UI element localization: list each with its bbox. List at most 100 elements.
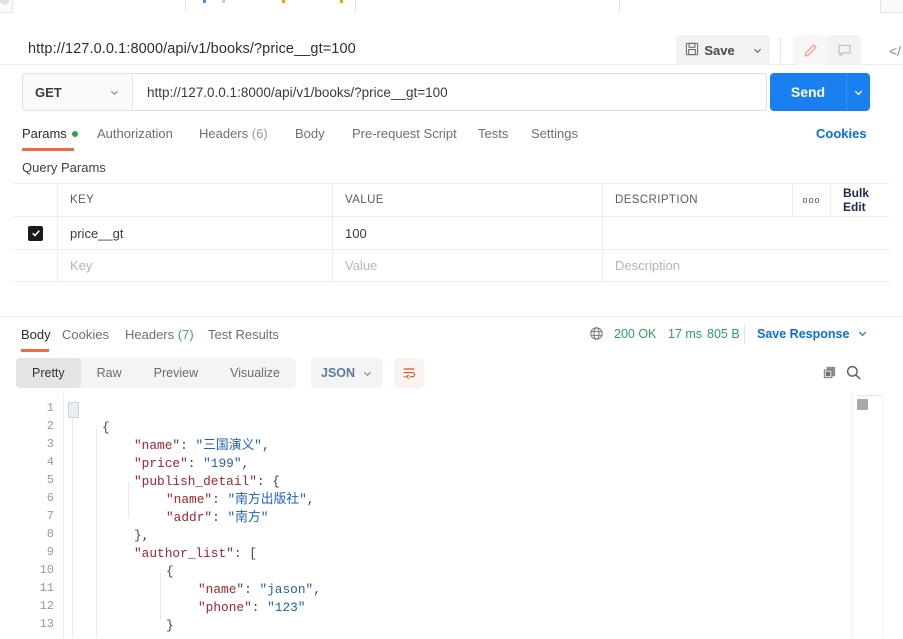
scrollbar-top-line xyxy=(856,395,882,396)
code-line[interactable]: "name": "jason", xyxy=(198,581,321,599)
response-tab-test-results[interactable]: Test Results xyxy=(208,327,279,342)
line-number: 1 xyxy=(46,401,54,415)
send-button[interactable]: Send xyxy=(770,73,846,111)
tab-params-label: Params xyxy=(22,126,67,141)
empty-row-key-cell[interactable]: Key xyxy=(58,250,333,281)
code-token: { xyxy=(166,564,174,579)
save-response-button[interactable]: Save Response xyxy=(757,327,849,341)
code-line[interactable]: "author_list": [ xyxy=(134,545,257,563)
http-method-select[interactable]: GET xyxy=(23,74,133,110)
response-tabs: Body Cookies Headers (7) Test Results 20… xyxy=(0,322,903,352)
tab-body-label: Body xyxy=(295,126,325,141)
save-button[interactable]: Save xyxy=(676,35,744,65)
view-mode-visualize[interactable]: Visualize xyxy=(214,358,296,388)
header-cell-key: KEY xyxy=(58,184,333,216)
code-token: , xyxy=(313,582,321,597)
response-tab-headers-label: Headers xyxy=(125,327,175,342)
code-token: : xyxy=(187,456,204,471)
code-line[interactable]: }, xyxy=(134,527,149,545)
request-tab-3[interactable] xyxy=(355,0,619,13)
empty-row-description-placeholder: Description xyxy=(615,258,681,273)
chevron-down-icon xyxy=(363,371,372,376)
code-token: , xyxy=(261,438,270,453)
empty-row-description-cell[interactable]: Description xyxy=(603,250,889,281)
table-more-options-button[interactable]: ooo xyxy=(793,184,831,216)
row-checkbox[interactable] xyxy=(28,225,43,241)
request-tab-4[interactable] xyxy=(619,0,881,13)
response-tab-body[interactable]: Body xyxy=(21,327,51,342)
row-description-cell[interactable] xyxy=(603,217,889,249)
edit-description-button[interactable] xyxy=(793,35,827,65)
header-cell-description: DESCRIPTION xyxy=(603,184,793,216)
vertical-scrollbar-thumb[interactable] xyxy=(857,399,868,410)
code-token: "name" xyxy=(198,582,245,597)
code-line[interactable]: "price": "199", xyxy=(134,455,249,473)
method-url-group: GET xyxy=(22,73,767,111)
request-tab-1[interactable] xyxy=(12,0,186,13)
tab-tests[interactable]: Tests xyxy=(478,126,508,141)
send-options-caret[interactable] xyxy=(846,73,870,111)
line-number: 4 xyxy=(46,455,54,469)
copy-button[interactable] xyxy=(821,364,838,384)
code-line[interactable]: "publish_detail": { xyxy=(134,473,280,491)
tab-settings[interactable]: Settings xyxy=(531,126,578,141)
code-line[interactable]: [ xyxy=(68,401,79,419)
code-line[interactable]: { xyxy=(102,419,110,437)
response-tab-cookies[interactable]: Cookies xyxy=(62,327,109,342)
tab-body[interactable]: Body xyxy=(295,126,325,141)
row-value-cell[interactable]: 100 xyxy=(333,217,603,249)
response-format-label: JSON xyxy=(321,366,356,380)
code-line[interactable]: "addr": "南方" xyxy=(166,509,268,527)
indent-guide-4 xyxy=(160,572,161,620)
tab-headers[interactable]: Headers (6) xyxy=(199,126,268,141)
code-token: } xyxy=(166,618,174,633)
code-line[interactable]: "name": "三国演义", xyxy=(134,437,270,455)
request-tab-2[interactable] xyxy=(186,0,355,13)
tab-pre-request-script[interactable]: Pre-request Script xyxy=(352,126,457,141)
view-mode-raw[interactable]: Raw xyxy=(81,358,138,388)
url-input[interactable] xyxy=(133,74,766,110)
globe-icon[interactable] xyxy=(589,326,604,344)
response-tab-headers-count: (7) xyxy=(177,327,194,342)
tab-params[interactable]: Params xyxy=(22,126,78,141)
response-body-code[interactable]: 12345678910111213 [ { "name": "三国演义","pric… xyxy=(0,394,903,639)
line-number-gutter: 1 2 3 4 5 6 7 8 9 10 11 12 13 xyxy=(0,394,64,639)
params-modified-dot xyxy=(71,131,78,137)
code-line[interactable]: "phone": "123" xyxy=(198,599,306,617)
view-mode-group: Pretty Raw Preview Visualize xyxy=(16,358,296,388)
view-mode-preview[interactable]: Preview xyxy=(138,358,214,388)
table-row[interactable]: price__gt 100 xyxy=(14,216,889,249)
save-response-caret[interactable] xyxy=(857,327,868,342)
search-button[interactable] xyxy=(845,364,862,384)
indent-guide-3 xyxy=(128,482,129,518)
response-tab-headers[interactable]: Headers (7) xyxy=(125,327,194,342)
code-line[interactable]: { xyxy=(166,563,174,581)
bulk-edit-button[interactable]: Bulk Edit xyxy=(831,184,889,216)
response-format-select[interactable]: JSON xyxy=(311,358,383,388)
view-mode-pretty[interactable]: Pretty xyxy=(16,358,81,388)
code-token: , xyxy=(241,456,250,471)
cookies-link[interactable]: Cookies xyxy=(816,126,867,141)
tab-headers-label: Headers xyxy=(199,126,249,141)
table-row-empty[interactable]: Key Value Description xyxy=(14,249,889,282)
comments-button[interactable] xyxy=(827,35,861,65)
response-size: 805 B xyxy=(707,327,740,341)
code-token: "123" xyxy=(267,600,306,615)
chevron-down-icon xyxy=(858,331,867,337)
titlebar-divider xyxy=(780,37,781,63)
save-options-caret[interactable] xyxy=(744,35,770,65)
empty-row-value-cell[interactable]: Value xyxy=(333,250,603,281)
code-token: : [ xyxy=(233,546,257,561)
row-key-cell[interactable]: price__gt xyxy=(58,217,333,249)
code-snippet-icon[interactable]: </ xyxy=(889,43,901,59)
save-button-label: Save xyxy=(704,42,735,58)
code-line[interactable]: } xyxy=(166,617,174,635)
code-token: "addr" xyxy=(166,510,213,525)
code-token: "phone" xyxy=(198,600,252,615)
code-token: { xyxy=(102,420,110,435)
code-line[interactable]: "name": "南方出版社", xyxy=(166,491,314,509)
request-title-bar: http://127.0.0.1:8000/api/v1/books/?pric… xyxy=(0,13,903,65)
copy-icon xyxy=(823,366,836,379)
word-wrap-button[interactable] xyxy=(394,358,424,388)
tab-authorization[interactable]: Authorization xyxy=(97,126,173,141)
